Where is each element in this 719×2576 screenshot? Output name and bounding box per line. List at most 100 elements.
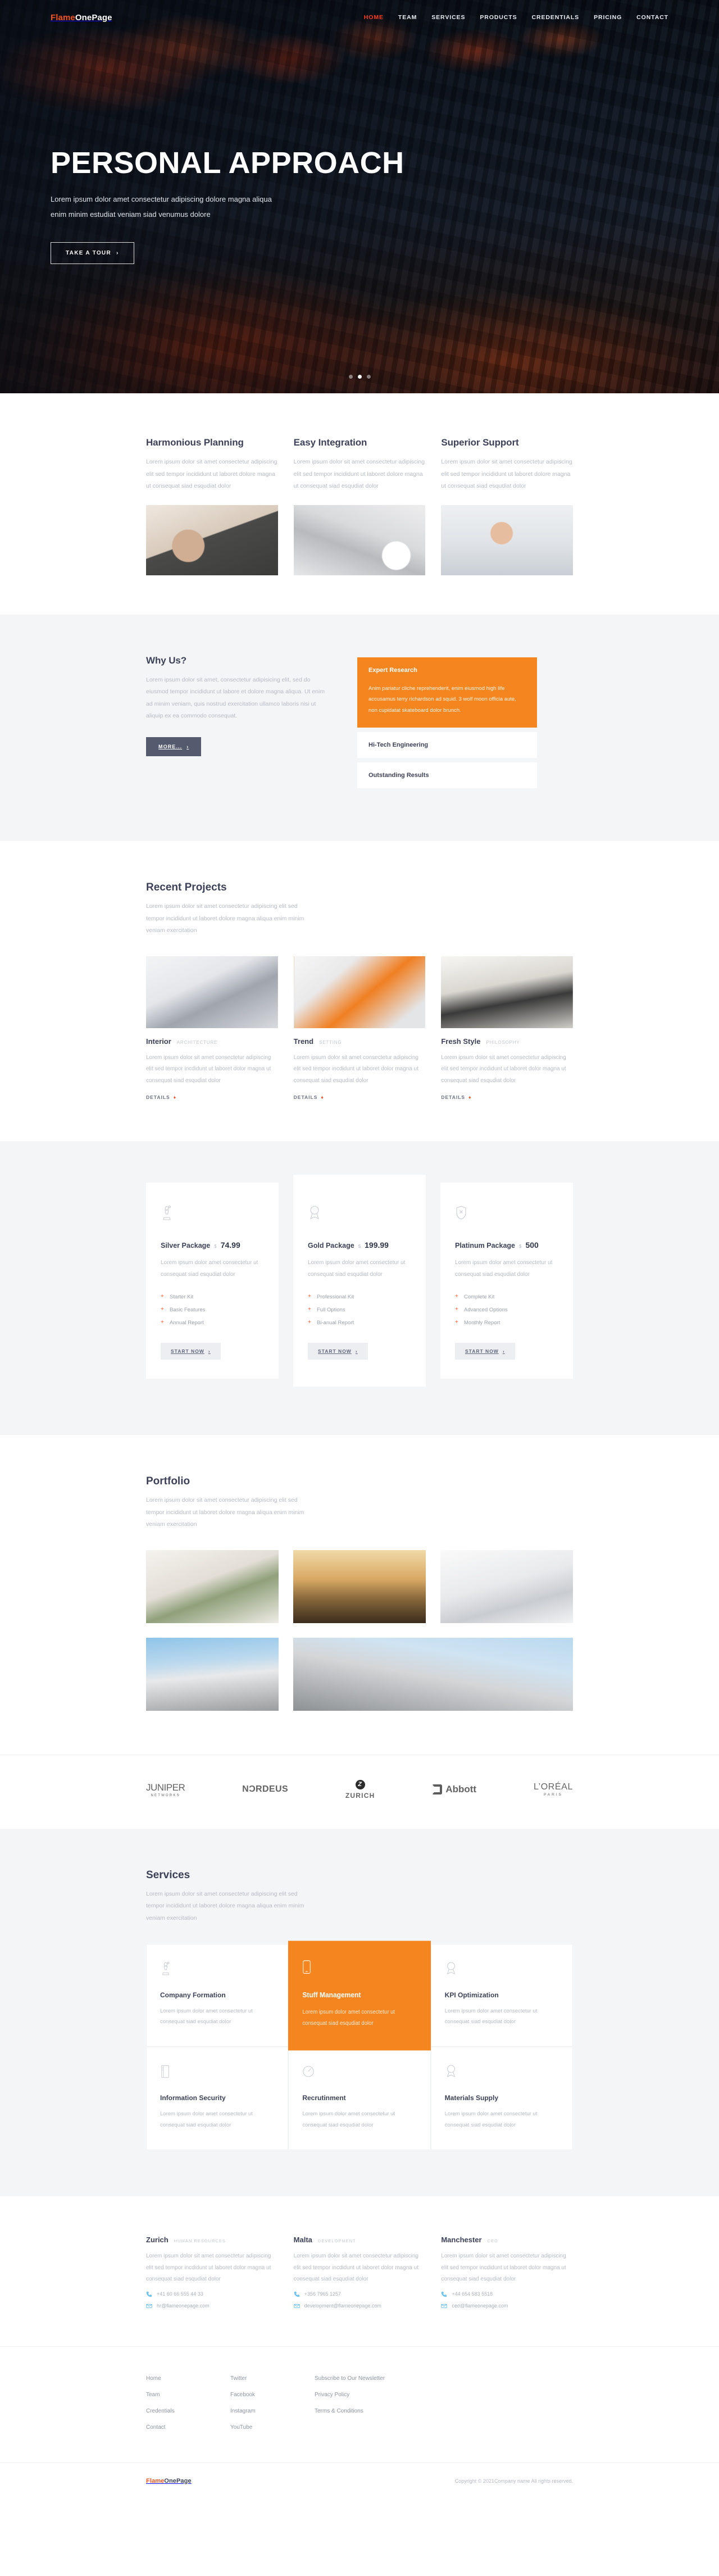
take-a-tour-button[interactable]: TAKE A TOUR › [51, 242, 134, 265]
service-card-materials-supply[interactable]: Materials Supply Lorem ipsum dolor amet … [430, 2047, 573, 2151]
slider-dot-1[interactable] [348, 375, 353, 379]
site-logo[interactable]: FlameOnePage [51, 13, 112, 22]
project-title-row: Interior ARCHITECTURE [146, 1037, 278, 1046]
portfolio-section: Portfolio Lorem ipsum dolor sit amet con… [0, 1435, 719, 1755]
mobile-phone-icon [302, 1959, 416, 1978]
service-title: Information Security [160, 2094, 226, 2102]
service-title: Recrutinment [302, 2094, 346, 2102]
footer-link-credentials[interactable]: Credentials [146, 2403, 230, 2419]
footer-link-privacy-policy[interactable]: Privacy Policy [315, 2387, 461, 2403]
project-details-link[interactable]: DETAILS ♦ [146, 1094, 176, 1100]
contact-phone-row[interactable]: +41 60 66 555 44 33 [146, 2291, 278, 2297]
why-us-title: Why Us? [146, 655, 187, 666]
contact-phone-row[interactable]: +44 654 583 5518 [441, 2291, 573, 2297]
plan-feature: Monthly Report [455, 1316, 558, 1329]
footer-logo[interactable]: FlameOnePage [146, 2478, 192, 2484]
details-label: DETAILS [293, 1094, 318, 1101]
contact-email-row[interactable]: development@flameonepage.com [293, 2303, 426, 2309]
why-us-more-button[interactable]: MORE... › [146, 737, 202, 756]
contact-city: Zurich [146, 2236, 169, 2245]
contact-phone-row[interactable]: +356 7965 1257 [294, 2291, 426, 2297]
nav-item-home[interactable]: HOME [364, 14, 384, 21]
portfolio-image-alarm-clock[interactable] [440, 1550, 573, 1623]
plan-name: Platinum Package [455, 1242, 515, 1250]
why-us-text: Lorem ipsum dolor sit amet, consectetur … [146, 676, 325, 720]
start-now-button[interactable]: START NOW › [455, 1343, 515, 1360]
nav-item-products[interactable]: PRODUCTS [480, 14, 517, 21]
footer-link-instagram[interactable]: Instagram [230, 2403, 315, 2419]
portfolio-image-modern-architecture[interactable] [293, 1637, 573, 1711]
footer-link-twitter[interactable]: Twitter [230, 2370, 315, 2387]
accordion-header[interactable]: Expert Research [357, 657, 537, 683]
loreal-name: L’ORÉAL [533, 1782, 573, 1792]
footer-link-contact[interactable]: Contact [146, 2419, 230, 2436]
feature-image-support-agent [441, 505, 574, 575]
plan-feature: Professional Kit [308, 1291, 411, 1303]
contact-email-row[interactable]: hr@flameonepage.com [146, 2303, 278, 2309]
portfolio-image-runner[interactable] [293, 1550, 426, 1623]
footer-link-team[interactable]: Team [146, 2387, 230, 2403]
project-card: Fresh Style PHILOSOPHY Lorem ipsum dolor… [441, 956, 574, 1102]
nav-item-contact[interactable]: CONTACT [636, 14, 668, 21]
slider-dot-2[interactable] [357, 375, 362, 379]
portfolio-image-succulents[interactable] [146, 1550, 279, 1623]
service-card-information-security[interactable]: Information Security Lorem ipsum dolor a… [146, 2047, 289, 2151]
footer-link-youtube[interactable]: YouTube [230, 2419, 315, 2436]
nav-item-team[interactable]: TEAM [398, 14, 417, 21]
project-title-row: Fresh Style PHILOSOPHY [441, 1037, 573, 1046]
footer-link-newsletter[interactable]: Subscribe to Our Newsletter [315, 2370, 461, 2387]
currency-symbol: $ [214, 1244, 217, 1250]
contact-role: DEVELOPMENT [317, 2238, 356, 2244]
contact-email-row[interactable]: ceo@flameonepage.com [441, 2303, 573, 2309]
service-card-company-formation[interactable]: Company Formation Lorem ipsum dolor amet… [146, 1943, 289, 2047]
service-text: Lorem ipsum dolor amet consectetur ut co… [302, 2111, 395, 2128]
pricing-card-silver: Silver Package $ 74.99 Lorem ipsum dolor… [146, 1183, 279, 1379]
nav-item-credentials[interactable]: CREDENTIALS [532, 14, 580, 21]
project-category: SETTING [319, 1039, 342, 1045]
service-card-stuff-management[interactable]: Stuff Management Lorem ipsum dolor amet … [288, 1940, 431, 2050]
accordion-header[interactable]: Outstanding Results [357, 762, 537, 788]
project-text: Lorem ipsum dolor sit amet consectetur a… [293, 1054, 419, 1084]
slider-dot-3[interactable] [366, 375, 371, 379]
portfolio-image-patterned-building[interactable] [146, 1637, 279, 1711]
services-subtitle: Lorem ipsum dolor sit amet consectetur a… [146, 1890, 304, 1921]
start-now-button[interactable]: START NOW › [308, 1343, 368, 1360]
contact-city: Malta [293, 2236, 312, 2245]
project-image-fresh-style[interactable] [441, 956, 574, 1028]
footer-link-facebook[interactable]: Facebook [230, 2387, 315, 2403]
contact-role: CEO [487, 2238, 498, 2244]
nav-item-services[interactable]: SERVICES [431, 14, 465, 21]
service-card-recrutinment[interactable]: Recrutinment Lorem ipsum dolor amet cons… [288, 2047, 431, 2151]
service-title: Stuff Management [302, 1991, 361, 1999]
project-title: Interior [146, 1037, 171, 1046]
project-category: ARCHITECTURE [176, 1039, 218, 1045]
plan-description: Lorem ipsum dolor amet consectetur ut co… [308, 1260, 406, 1278]
phone-icon [146, 2291, 152, 2297]
project-text: Lorem ipsum dolor sit amet consectetur a… [146, 1054, 271, 1084]
shield-icon [455, 1205, 558, 1224]
footer-link-home[interactable]: Home [146, 2370, 230, 2387]
plan-price: 199.99 [365, 1241, 389, 1250]
service-card-kpi-optimization[interactable]: KPI Optimization Lorem ipsum dolor amet … [430, 1943, 573, 2047]
accordion-item-hi-tech-engineering[interactable]: Hi-Tech Engineering [357, 732, 537, 758]
project-details-link[interactable]: DETAILS ♦ [441, 1094, 471, 1100]
accordion-header[interactable]: Hi-Tech Engineering [357, 732, 537, 758]
project-image-trend[interactable] [293, 956, 426, 1028]
plan-name: Silver Package [161, 1242, 211, 1250]
start-now-button[interactable]: START NOW › [161, 1343, 221, 1360]
recent-projects-section: Recent Projects Lorem ipsum dolor sit am… [0, 841, 719, 1142]
accordion-item-outstanding-results[interactable]: Outstanding Results [357, 762, 537, 789]
plan-name: Gold Package [308, 1242, 354, 1250]
loreal-sub: PARIS [543, 1793, 563, 1797]
accordion-item-expert-research[interactable]: Expert Research Anim pariatur cliche rep… [357, 657, 537, 728]
feature-title: Harmonious Planning [146, 437, 244, 448]
nav-item-pricing[interactable]: PRICING [594, 14, 622, 21]
project-details-link[interactable]: DETAILS ♦ [294, 1094, 324, 1100]
footer-link-terms[interactable]: Terms & Conditions [315, 2403, 461, 2419]
contact-title-row: Malta DEVELOPMENT [294, 2236, 426, 2244]
services-section: Services Lorem ipsum dolor sit amet cons… [0, 1828, 719, 2197]
project-card: Interior ARCHITECTURE Lorem ipsum dolor … [146, 956, 278, 1102]
start-now-label: START NOW [171, 1348, 204, 1355]
project-image-interior[interactable] [146, 956, 278, 1028]
contact-text: Lorem ipsum dolor sit amet consectetur a… [293, 2253, 419, 2283]
